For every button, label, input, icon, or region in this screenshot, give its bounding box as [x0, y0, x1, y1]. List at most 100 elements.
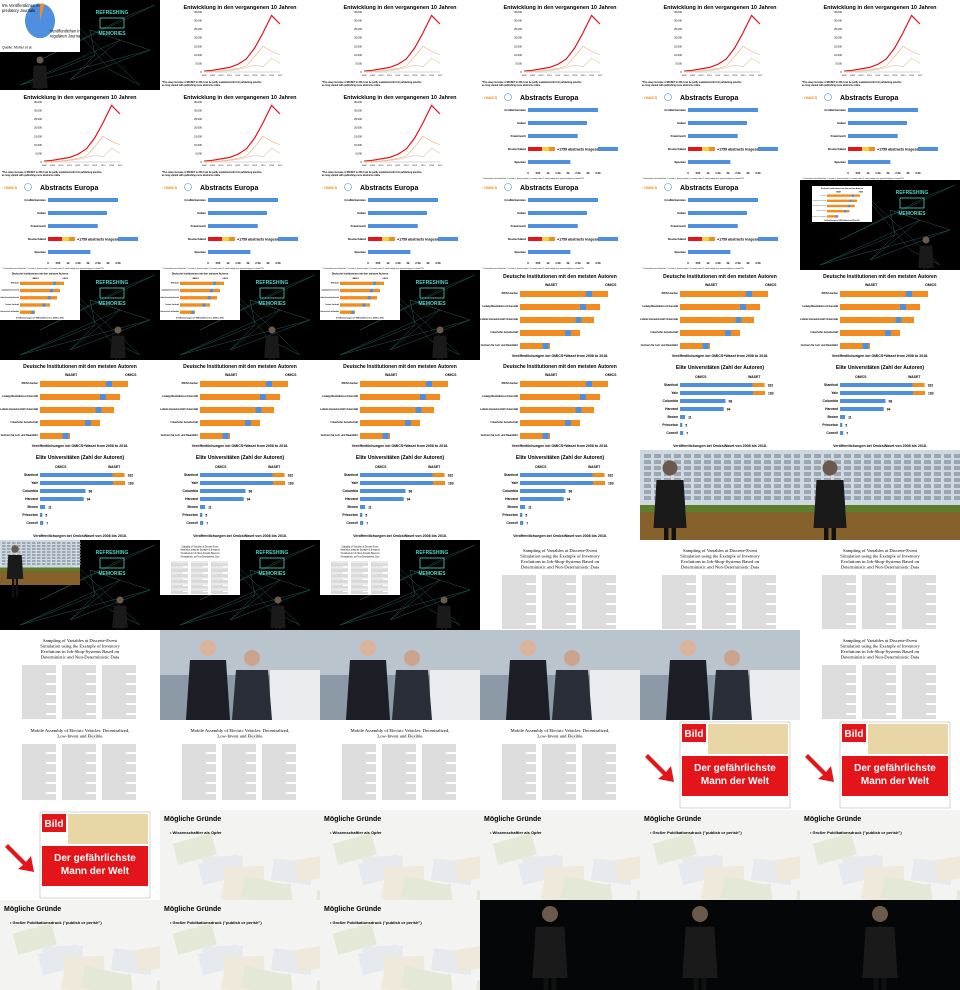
- thumbnail-r10-c5[interactable]: [800, 900, 960, 990]
- institutions-footnote: Veröffentlichungen bei OMICS+Waset from …: [352, 444, 448, 448]
- thumbnail-r8-c0[interactable]: Mobile Assembly of Electric Vehicles: De…: [0, 720, 160, 810]
- thumbnail-r3-c0-canvas: REFRESHING MEMORIES Deutsche Institutionen…: [0, 270, 160, 360]
- thumbnail-r2-c0[interactable]: OMICS Abstracts Europa Großbritannien Itali…: [0, 180, 160, 270]
- thumbnail-r4-c4[interactable]: Elite Universitäten (Zahl der Autoren) OM…: [640, 360, 800, 450]
- abstracts-title: Abstracts Europa: [840, 95, 898, 102]
- abstracts-x-tick: 1.5k: [715, 261, 721, 265]
- legend-waset: WASET: [428, 465, 441, 469]
- institution-label: Ludwig-Maximilians-Universität: [2, 395, 38, 398]
- paper-title: Low-Invest and Flexible: [57, 734, 102, 739]
- bild-logo: Bild: [845, 729, 864, 740]
- thumbnail-r8-c1[interactable]: Mobile Assembly of Electric Vehicles: De…: [160, 720, 320, 810]
- thumbnail-r1-c5[interactable]: OMICS Abstracts Europa Großbritannien Itali…: [800, 90, 960, 180]
- thumbnail-r1-c4[interactable]: OMICS Abstracts Europa Großbritannien Itali…: [640, 90, 800, 180]
- abstracts-x-tick: 3.5k: [755, 261, 761, 265]
- thumbnail-r6-c1[interactable]: REFRESHING MEMORIES Sampling of Variables …: [160, 540, 320, 630]
- abstracts-country: Frankreich: [511, 134, 527, 138]
- institution-label: Fraunhofer Gesellschaft: [811, 331, 839, 334]
- thumbnail-r9-c3[interactable]: Mögliche Gründe • Wissenschaftler als Opf…: [480, 810, 640, 900]
- thumbnail-r6-c0[interactable]: REFRESHING MEMORIES: [0, 540, 160, 630]
- thumbnail-r3-c0[interactable]: REFRESHING MEMORIES Deutsche Institutionen…: [0, 270, 160, 360]
- thumbnail-r4-c0[interactable]: Deutsche Institutionen mit den meisten A…: [0, 360, 160, 450]
- thumbnail-r4-c2[interactable]: Deutsche Institutionen mit den meisten A…: [320, 360, 480, 450]
- thumbnail-r1-c0[interactable]: Entwicklung in den vergangenen 10 Jahren…: [0, 90, 160, 180]
- thumbnail-r3-c5[interactable]: Deutsche Institutionen mit den meisten A…: [800, 270, 960, 360]
- thumbnail-r5-c4[interactable]: [640, 450, 800, 540]
- thumbnail-r5-c5[interactable]: [800, 450, 960, 540]
- omics-logo: OMICS: [484, 185, 497, 190]
- thumbnail-r0-c0[interactable]: REFRESHING MEMORIES 5% Veröffentlichen in p…: [0, 0, 160, 90]
- thumbnail-r5-c3[interactable]: Elite Universitäten (Zahl der Autoren) OM…: [480, 450, 640, 540]
- abstracts-x-tick: 1k: [546, 261, 550, 265]
- thumbnail-r7-c3[interactable]: [480, 630, 640, 720]
- thumbnail-r3-c3[interactable]: Deutsche Institutionen mit den meisten A…: [480, 270, 640, 360]
- thumbnail-r5-c0[interactable]: Elite Universitäten (Zahl der Autoren) OM…: [0, 450, 160, 540]
- thumbnail-r6-c4[interactable]: Sampling of Variables at Discrete-Event S…: [640, 540, 800, 630]
- thumbnail-r2-c1[interactable]: OMICS Abstracts Europa Großbritannien Itali…: [160, 180, 320, 270]
- thumbnail-r8-c5[interactable]: Bild Der gefährlichste Mann der Welt: [800, 720, 960, 810]
- thumbnail-r5-c1[interactable]: Elite Universitäten (Zahl der Autoren) OM…: [160, 450, 320, 540]
- thumbnail-r6-c5[interactable]: Sampling of Variables at Discrete-Event S…: [800, 540, 960, 630]
- thumbnail-r1-c3[interactable]: OMICS Abstracts Europa Großbritannien Itali…: [480, 90, 640, 180]
- thumbnail-r3-c1[interactable]: REFRESHING MEMORIES Deutsche Institutionen…: [160, 270, 320, 360]
- thumbnail-r8-c4[interactable]: Bild Der gefährlichste Mann der Welt: [640, 720, 800, 810]
- abstracts-x-tick: 3.5k: [435, 261, 441, 265]
- thumbnail-r7-c2[interactable]: [320, 630, 480, 720]
- thumbnail-r10-c1[interactable]: Mögliche Gründe • Großer Publikationsdruc…: [160, 900, 320, 990]
- thumbnail-r6-c2[interactable]: REFRESHING MEMORIES Sampling of Variables …: [320, 540, 480, 630]
- thumbnail-r0-c4[interactable]: Entwicklung in den vergangenen 10 Jahren…: [640, 0, 800, 90]
- thumbnail-r7-c5[interactable]: Sampling of Variables at Discrete-Event S…: [800, 630, 960, 720]
- paper-title: Low-Invest and Flexible: [217, 734, 262, 739]
- thumbnail-r4-c5[interactable]: Elite Universitäten (Zahl der Autoren) OM…: [800, 360, 960, 450]
- thumbnail-r4-c1[interactable]: Deutsche Institutionen mit den meisten A…: [160, 360, 320, 450]
- thumbnail-r10-c4-canvas: [640, 900, 800, 990]
- thumbnail-r3-c2[interactable]: REFRESHING MEMORIES Deutsche Institutionen…: [320, 270, 480, 360]
- thumbnail-r4-c3[interactable]: Deutsche Institutionen mit den meisten A…: [480, 360, 640, 450]
- thumbnail-r9-c5[interactable]: Mögliche Gründe • Großer Publikationsdruc…: [800, 810, 960, 900]
- thumbnail-r10-c2[interactable]: Mögliche Gründe • Großer Publikationsdruc…: [320, 900, 480, 990]
- thumbnail-r2-c5[interactable]: REFRESHING MEMORIES Deutsche Institutionen…: [800, 180, 960, 270]
- thumbnail-r6-c2-canvas: REFRESHINGMEMORIESSampling of Variables …: [320, 540, 480, 630]
- thumbnail-r0-c5[interactable]: Entwicklung in den vergangenen 10 Jahren…: [800, 0, 960, 90]
- thumbnail-r6-c3[interactable]: Sampling of Variables at Discrete-Event S…: [480, 540, 640, 630]
- thumbnail-r6-c3-canvas: Sampling of Variables at Discrete-EventS…: [480, 540, 640, 630]
- abstracts-total: +1759 abstracts insgesamt: [717, 238, 764, 242]
- elite-footnote: Veröffentlichungen bei OmicsWaset von 20…: [33, 534, 127, 538]
- thumbnail-r2-c4[interactable]: OMICS Abstracts Europa Großbritannien Itali…: [640, 180, 800, 270]
- thumbnail-r10-c4[interactable]: [640, 900, 800, 990]
- thumbnail-r3-c4[interactable]: Deutsche Institutionen mit den meisten A…: [640, 270, 800, 360]
- thumbnail-r1-c2[interactable]: Entwicklung in den vergangenen 10 Jahren…: [320, 90, 480, 180]
- thumbnail-r8-c2[interactable]: Mobile Assembly of Electric Vehicles: De…: [320, 720, 480, 810]
- thumbnail-r7-c0[interactable]: Sampling of Variables at Discrete-Event S…: [0, 630, 160, 720]
- thumbnail-r2-c3[interactable]: OMICS Abstracts Europa Großbritannien Itali…: [480, 180, 640, 270]
- thumbnail-r9-c1[interactable]: Mögliche Gründe • Wissenschaftler als Opf…: [160, 810, 320, 900]
- abstracts-x-tick: 1k: [226, 261, 230, 265]
- thumbnail-r1-c1[interactable]: Entwicklung in den vergangenen 10 Jahren…: [160, 90, 320, 180]
- line-x-tick: 2013: [404, 75, 410, 77]
- thumbnail-r0-c2[interactable]: Entwicklung in den vergangenen 10 Jahren…: [320, 0, 480, 90]
- thumbnail-r10-c0[interactable]: Mögliche Gründe • Großer Publikationsdruc…: [0, 900, 160, 990]
- thumbnail-r7-c1[interactable]: [160, 630, 320, 720]
- elite-value: 11: [208, 506, 212, 510]
- legend-omics: OMICS: [765, 283, 777, 287]
- thumbnail-r8-c3-canvas: Mobile Assembly of Electric Vehicles: De…: [480, 720, 640, 810]
- abstracts-x-tick: 1k: [706, 261, 710, 265]
- thumbnail-r7-c4[interactable]: [640, 630, 800, 720]
- event-logo-top: REFRESHING: [96, 550, 129, 556]
- thumbnail-r0-c3[interactable]: Entwicklung in den vergangenen 10 Jahren…: [480, 0, 640, 90]
- thumbnail-r1-c2-canvas: Entwicklung in den vergangenen 10 Jahren…: [320, 90, 480, 180]
- event-logo-bottom: MEMORIES: [98, 301, 126, 307]
- elite-university: Brown: [667, 415, 678, 419]
- thumbnail-r5-c2[interactable]: Elite Universitäten (Zahl der Autoren) OM…: [320, 450, 480, 540]
- bild-logo: Bild: [685, 729, 704, 740]
- thumbnail-r9-c4[interactable]: Mögliche Gründe • Großer Publikationsdruc…: [640, 810, 800, 900]
- thumbnail-r2-c2[interactable]: OMICS Abstracts Europa Großbritannien Itali…: [320, 180, 480, 270]
- elite-university: Princeton: [822, 423, 838, 427]
- thumbnail-r10-c3[interactable]: [480, 900, 640, 990]
- thumbnail-r9-c0[interactable]: Bild Der gefährlichste Mann der Welt: [0, 810, 160, 900]
- thumbnail-r9-c2[interactable]: Mögliche Gründe • Wissenschaftler als Opf…: [320, 810, 480, 900]
- thumbnail-r8-c3[interactable]: Mobile Assembly of Electric Vehicles: De…: [480, 720, 640, 810]
- institutions-title: Deutsche Institutionen mit den meisten A…: [332, 271, 389, 275]
- thumbnail-r0-c1[interactable]: Entwicklung in den vergangenen 10 Jahren…: [160, 0, 320, 90]
- abstracts-country: Italien: [677, 121, 686, 125]
